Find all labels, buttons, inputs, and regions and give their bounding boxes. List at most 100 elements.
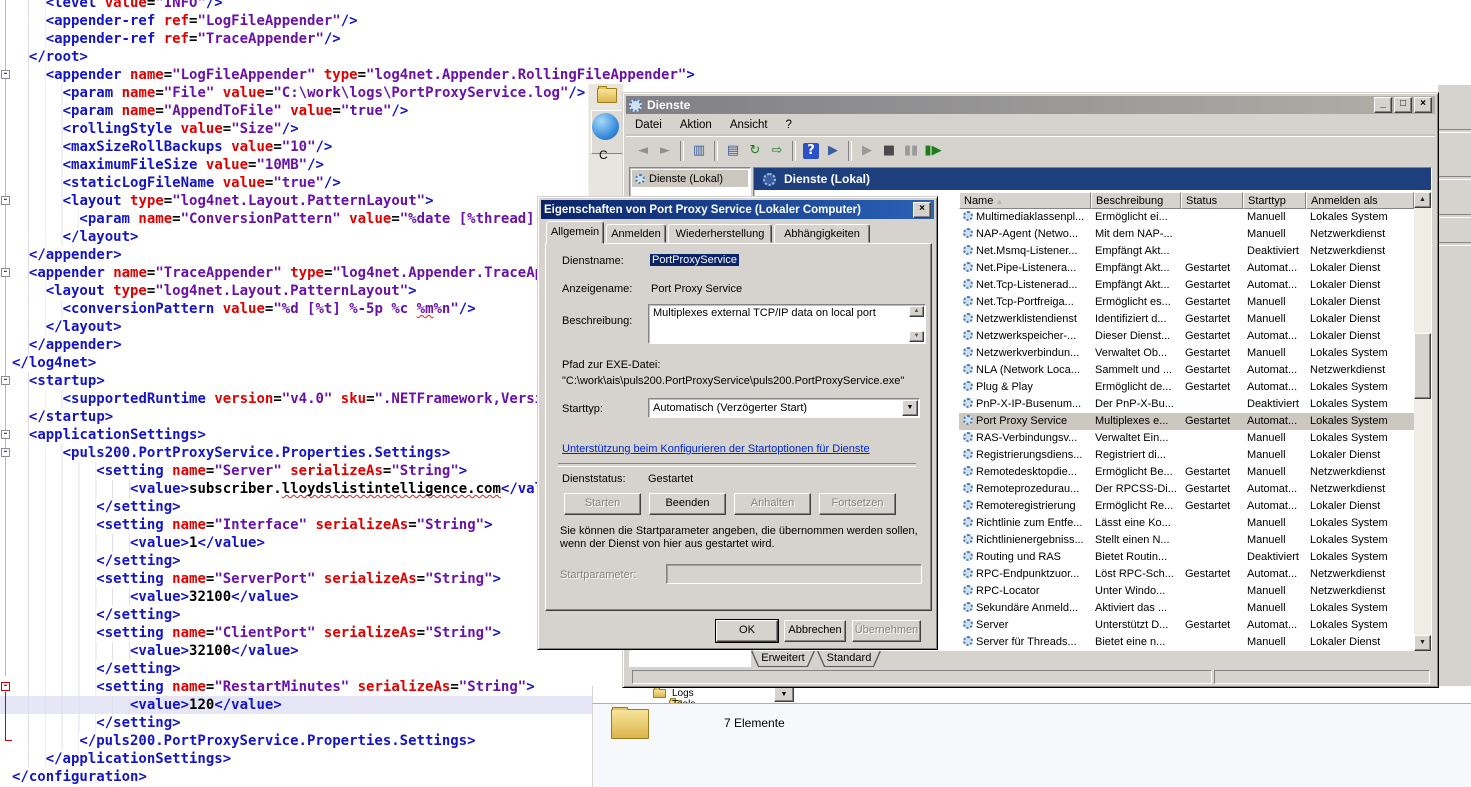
back-icon[interactable]: [592, 113, 619, 140]
start-button[interactable]: Starten: [564, 493, 641, 515]
service-row[interactable]: Plug & PlayErmöglicht de...GestartetAuto…: [959, 379, 1414, 396]
menu-ansicht[interactable]: Ansicht: [721, 117, 777, 133]
service-row[interactable]: Richtlinienergebniss...Stellt einen N...…: [959, 532, 1414, 549]
fold-toggle-icon[interactable]: -: [1, 196, 10, 205]
service-row[interactable]: Netzwerkspeicher-...Dieser Dienst...Gest…: [959, 328, 1414, 345]
show-console-tree-icon[interactable]: ▥: [689, 141, 709, 161]
service-row[interactable]: Routing und RASBietet Routin...Deaktivie…: [959, 549, 1414, 566]
tab-anmelden[interactable]: Anmelden: [606, 224, 666, 243]
tab-abhaengigkeiten[interactable]: Abhängigkeiten: [774, 224, 870, 243]
restart-service-icon[interactable]: ▮▶: [923, 141, 943, 161]
column-header-beschreibung[interactable]: Beschreibung: [1091, 192, 1181, 209]
dialog-title-bar[interactable]: Eigenschaften von Port Proxy Service (Lo…: [541, 200, 934, 219]
start-parameters-input[interactable]: [666, 564, 922, 584]
service-row[interactable]: ServerUnterstützt D...GestartetAutomat..…: [959, 617, 1414, 634]
dropdown-button[interactable]: ▼: [774, 687, 794, 702]
extended-view-icon[interactable]: ▶: [823, 141, 843, 161]
service-row[interactable]: RPC-Endpunktzuor...Löst RPC-Sch...Gestar…: [959, 566, 1414, 583]
service-row[interactable]: Net.Tcp-Listenerad...Empfängt Akt...Gest…: [959, 277, 1414, 294]
service-row[interactable]: PnP-X-IP-Busenum...Der PnP-X-Bu...Deakti…: [959, 396, 1414, 413]
stop-service-icon[interactable]: ■: [879, 141, 899, 161]
startup-type-select[interactable]: Automatisch (Verzögerter Start) ▼: [648, 398, 920, 418]
display-name-value[interactable]: Port Proxy Service: [651, 283, 742, 295]
service-row[interactable]: RPC-LocatorUnter Windo...ManuellNetzwerk…: [959, 583, 1414, 600]
close-icon[interactable]: ×: [913, 202, 931, 218]
properties-icon[interactable]: ▤: [723, 141, 743, 161]
service-row[interactable]: Multimediaklassenpl...Ermöglicht ei...Ma…: [959, 209, 1414, 226]
service-row[interactable]: NAP-Agent (Netwo...Mit dem NAP-...Manuel…: [959, 226, 1414, 243]
tab-erweitert[interactable]: Erweitert: [751, 651, 815, 667]
service-row[interactable]: NLA (Network Loca...Sammelt und ...Gesta…: [959, 362, 1414, 379]
close-button[interactable]: ×: [1414, 97, 1432, 113]
ok-button[interactable]: OK: [716, 620, 778, 642]
cancel-button[interactable]: Abbrechen: [784, 620, 846, 642]
fold-toggle-icon[interactable]: -: [1, 448, 10, 457]
service-row[interactable]: Remoteprozedurau...Der RPCSS-Di...Gestar…: [959, 481, 1414, 498]
scroll-down-button[interactable]: ▼: [1414, 635, 1431, 651]
fold-toggle-icon[interactable]: -: [1, 268, 10, 277]
minimize-button[interactable]: _: [1374, 97, 1392, 113]
tree-item-dienste-lokal[interactable]: Dienste (Lokal): [632, 170, 748, 187]
services-title-bar[interactable]: Dienste _□×: [626, 96, 1435, 114]
column-header-anmelden-als[interactable]: Anmelden als: [1306, 192, 1414, 209]
service-row[interactable]: Sekundäre Anmeld...Aktiviert das ...Manu…: [959, 600, 1414, 617]
stop-button[interactable]: Beenden: [649, 493, 726, 515]
fold-toggle-icon-active[interactable]: -: [1, 682, 10, 691]
explorer-folder-list[interactable]: Logs Tools ▼: [592, 686, 1471, 703]
status-cell: Gestartet: [1181, 464, 1243, 481]
service-row[interactable]: Netzwerkverbindun...Verwaltet Ob...Gesta…: [959, 345, 1414, 362]
export-list-icon[interactable]: ⇨: [767, 141, 787, 161]
scroll-up-icon[interactable]: ▲: [909, 306, 924, 317]
logon-cell: Lokales System: [1306, 430, 1414, 447]
service-row[interactable]: Registrierungsdiens...Registriert di...M…: [959, 447, 1414, 464]
scrollbar-thumb[interactable]: [1414, 333, 1431, 399]
tab-wiederherstellung[interactable]: Wiederherstellung: [668, 224, 772, 243]
fold-toggle-icon[interactable]: -: [1, 430, 10, 439]
apply-button[interactable]: Übernehmen: [852, 620, 921, 642]
logon-cell: Lokaler Dienst: [1306, 498, 1414, 515]
service-row[interactable]: Richtlinie zum Entfe...Lässt eine Ko...M…: [959, 515, 1414, 532]
code-fold-gutter[interactable]: - - - - - - -: [0, 0, 12, 787]
start-service-icon[interactable]: ▶: [857, 141, 877, 161]
pause-service-icon[interactable]: ▮▮: [901, 141, 921, 161]
refresh-icon[interactable]: ↻: [745, 141, 765, 161]
maximize-button[interactable]: □: [1394, 97, 1412, 113]
service-row[interactable]: NetzwerklistendienstIdentifiziert d...Ge…: [959, 311, 1414, 328]
starttype-cell: Automat...: [1243, 328, 1306, 345]
service-row[interactable]: Server für Threads...Bietet eine n...Man…: [959, 634, 1414, 651]
status-cell: Gestartet: [1181, 413, 1243, 430]
scroll-up-button[interactable]: ▲: [1414, 192, 1431, 208]
service-row[interactable]: RAS-Verbindungsv...Verwaltet Ein...Manue…: [959, 430, 1414, 447]
service-row[interactable]: Net.Tcp-Portfreiga...Ermöglicht es...Ges…: [959, 294, 1414, 311]
service-row[interactable]: Net.Pipe-Listenera...Empfängt Akt...Gest…: [959, 260, 1414, 277]
description-label: Beschreibung:: [562, 315, 632, 327]
pause-button[interactable]: Anhalten: [734, 493, 811, 515]
column-header-status[interactable]: Status: [1181, 192, 1243, 209]
resume-button[interactable]: Fortsetzen: [819, 493, 896, 515]
menu-[interactable]: ?: [777, 117, 801, 133]
scroll-down-icon[interactable]: ▼: [909, 331, 924, 342]
vertical-scrollbar[interactable]: ▲ ▼: [1414, 192, 1431, 651]
status-cell: Gestartet: [1181, 481, 1243, 498]
service-row[interactable]: Remotedesktopdie...Ermöglicht Be...Gesta…: [959, 464, 1414, 481]
startup-options-help-link[interactable]: Unterstützung beim Konfigurieren der Sta…: [562, 443, 870, 455]
starttype-cell: Automat...: [1243, 379, 1306, 396]
help-icon[interactable]: ?: [803, 143, 819, 159]
chevron-down-icon[interactable]: ▼: [902, 400, 918, 416]
description-field[interactable]: Multiplexes external TCP/IP data on loca…: [648, 304, 926, 344]
tab-allgemein[interactable]: Allgemein: [546, 221, 604, 244]
service-row[interactable]: Port Proxy ServiceMultiplexes e...Gestar…: [959, 413, 1414, 430]
forward-icon[interactable]: ►: [655, 141, 675, 161]
back-icon[interactable]: ◄: [633, 141, 653, 161]
status-cell: [1214, 670, 1430, 684]
tab-standard[interactable]: Standard: [817, 651, 881, 667]
menu-aktion[interactable]: Aktion: [671, 117, 721, 133]
menu-datei[interactable]: Datei: [626, 117, 671, 133]
fold-toggle-icon[interactable]: -: [1, 376, 10, 385]
service-row[interactable]: RemoteregistrierungErmöglicht Re...Gesta…: [959, 498, 1414, 515]
service-name-value[interactable]: PortProxyService: [650, 254, 739, 266]
column-header-starttyp[interactable]: Starttyp: [1243, 192, 1306, 209]
fold-toggle-icon[interactable]: -: [1, 70, 10, 79]
column-header-name[interactable]: Name ▲: [959, 192, 1091, 209]
service-row[interactable]: Net.Msmq-Listener...Empfängt Akt...Deakt…: [959, 243, 1414, 260]
